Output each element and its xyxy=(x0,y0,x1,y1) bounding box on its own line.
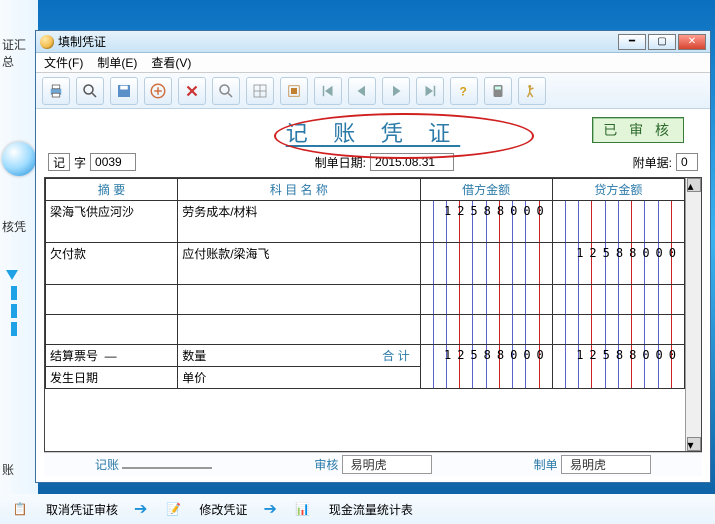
menu-view[interactable]: 查看(V) xyxy=(151,54,191,71)
cell-debit[interactable] xyxy=(420,285,552,315)
acct-value xyxy=(122,467,212,469)
voucher-table[interactable]: 摘 要 科 目 名 称 借方金额 贷方金额 梁海飞供应河沙劳务成本/材料1258… xyxy=(45,178,685,389)
cell-summary[interactable] xyxy=(46,315,178,345)
date-input[interactable]: 2015.08.31 xyxy=(370,153,454,171)
attach-label: 附单据: xyxy=(633,154,672,171)
close-button[interactable]: ✕ xyxy=(678,34,706,50)
add-icon[interactable] xyxy=(144,77,172,105)
audit-value: 易明虎 xyxy=(342,455,432,474)
decor-orb xyxy=(2,142,36,176)
approved-stamp: 已 审 核 xyxy=(592,117,684,143)
table-row[interactable]: 梁海飞供应河沙劳务成本/材料12588000 xyxy=(46,201,685,243)
col-debit: 借方金额 xyxy=(420,179,552,201)
voucher-no-group: 记 字 0039 xyxy=(48,153,136,171)
cell-credit[interactable] xyxy=(552,285,684,315)
voucher-type-input[interactable]: 记 xyxy=(48,153,70,171)
left-panel: 证汇总 核凭 账 xyxy=(0,0,38,524)
left-marker xyxy=(6,270,22,340)
col-credit: 贷方金额 xyxy=(552,179,684,201)
status-cashflow[interactable]: 现金流量统计表 xyxy=(329,501,413,518)
date-group: 制单日期: 2015.08.31 xyxy=(315,153,454,171)
status-bar: 📋 取消凭证审核 ➔ 📝 修改凭证 ➔ 📊 现金流量统计表 xyxy=(0,494,715,524)
col-summary: 摘 要 xyxy=(46,179,178,201)
zi-label: 字 xyxy=(74,154,86,171)
window-title: 填制凭证 xyxy=(58,33,106,50)
first-icon[interactable] xyxy=(314,77,342,105)
scroll-down-button[interactable]: ▾ xyxy=(687,437,701,451)
cell-debit[interactable] xyxy=(420,243,552,285)
status-edit[interactable]: 修改凭证 xyxy=(199,501,247,518)
menu-make[interactable]: 制单(E) xyxy=(97,54,137,71)
total-debit: 12588000 xyxy=(420,345,552,389)
status-cancel-audit[interactable]: 取消凭证审核 xyxy=(46,501,118,518)
minimize-button[interactable]: ━ xyxy=(618,34,646,50)
footer-bar: 记账 审核 易明虎 制单 易明虎 xyxy=(44,452,702,476)
titlebar[interactable]: 填制凭证 ━ ▢ ✕ xyxy=(36,31,710,53)
left-label-top: 证汇总 xyxy=(0,34,38,72)
menubar: 文件(F) 制单(E) 查看(V) xyxy=(36,53,710,73)
occur-date-cell: 发生日期 xyxy=(46,367,178,389)
menu-file[interactable]: 文件(F) xyxy=(44,54,83,71)
date-label: 制单日期: xyxy=(315,154,366,171)
table-row[interactable] xyxy=(46,285,685,315)
cell-subject[interactable] xyxy=(178,315,420,345)
exit-icon[interactable] xyxy=(518,77,546,105)
scroll-up-button[interactable]: ▴ xyxy=(687,178,701,192)
cell-debit[interactable] xyxy=(420,315,552,345)
cell-summary[interactable]: 欠付款 xyxy=(46,243,178,285)
acct-label: 记账 xyxy=(95,458,119,472)
price-cell: 单价 xyxy=(178,367,420,389)
total-credit: 12588000 xyxy=(552,345,684,389)
find-icon[interactable] xyxy=(212,77,240,105)
print-icon[interactable] xyxy=(42,77,70,105)
scrollbar[interactable]: ▴ ▾ xyxy=(685,178,701,451)
left-label-mid: 核凭 xyxy=(0,216,38,237)
table-row[interactable]: 欠付款应付账款/梁海飞 12588000 xyxy=(46,243,685,285)
preview-icon[interactable] xyxy=(76,77,104,105)
cashflow-icon[interactable]: 📊 xyxy=(293,499,313,519)
delete-icon[interactable] xyxy=(178,77,206,105)
cell-credit[interactable] xyxy=(552,201,684,243)
last-icon[interactable] xyxy=(416,77,444,105)
prev-icon[interactable] xyxy=(348,77,376,105)
svg-text:?: ? xyxy=(460,84,467,98)
attach-input[interactable]: 0 xyxy=(676,153,698,171)
cell-credit[interactable] xyxy=(552,315,684,345)
voucher-window: 填制凭证 ━ ▢ ✕ 文件(F) 制单(E) 查看(V) ? 记 账 凭 证 已… xyxy=(35,30,711,483)
audit-label: 审核 xyxy=(314,458,338,472)
insert-icon[interactable] xyxy=(246,77,274,105)
voucher-title: 记 账 凭 证 xyxy=(286,116,461,148)
cell-summary[interactable]: 梁海飞供应河沙 xyxy=(46,201,178,243)
app-icon xyxy=(40,35,54,49)
cell-debit[interactable]: 12588000 xyxy=(420,201,552,243)
cell-summary[interactable] xyxy=(46,285,178,315)
save-icon[interactable] xyxy=(110,77,138,105)
edit-voucher-icon[interactable]: 📝 xyxy=(163,499,183,519)
voucher-no-input[interactable]: 0039 xyxy=(90,153,136,171)
arrow-icon: ➔ xyxy=(263,499,276,519)
toolbar: ? xyxy=(36,73,710,109)
cell-subject[interactable]: 应付账款/梁海飞 xyxy=(178,243,420,285)
cell-credit[interactable]: 12588000 xyxy=(552,243,684,285)
calculator-icon[interactable] xyxy=(484,77,512,105)
settle-cell: 结算票号 — xyxy=(46,345,178,367)
cell-subject[interactable] xyxy=(178,285,420,315)
qty-cell: 数量合 计 xyxy=(178,345,420,367)
attach-group: 附单据: 0 xyxy=(633,153,698,171)
maximize-button[interactable]: ▢ xyxy=(648,34,676,50)
next-icon[interactable] xyxy=(382,77,410,105)
maker-value: 易明虎 xyxy=(561,455,651,474)
cancel-audit-icon[interactable]: 📋 xyxy=(10,499,30,519)
cell-subject[interactable]: 劳务成本/材料 xyxy=(178,201,420,243)
left-label-btm: 账 xyxy=(0,459,16,480)
help-icon[interactable]: ? xyxy=(450,77,478,105)
flow-icon[interactable] xyxy=(280,77,308,105)
col-subject: 科 目 名 称 xyxy=(178,179,420,201)
maker-label: 制单 xyxy=(534,458,558,472)
table-row[interactable] xyxy=(46,315,685,345)
arrow-icon: ➔ xyxy=(134,499,147,519)
